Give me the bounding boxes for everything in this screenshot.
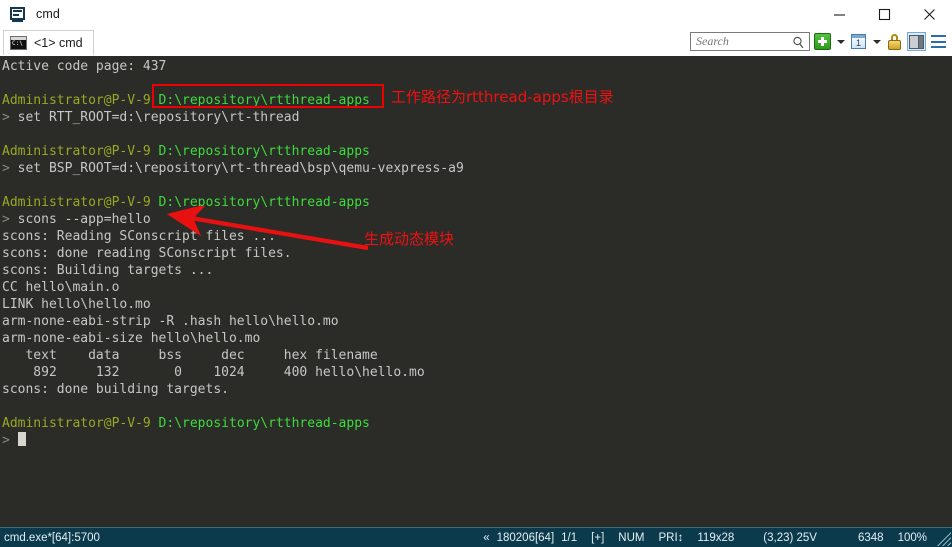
terminal-line: Active code page: 437	[2, 59, 167, 74]
prompt-path: D:\repository\rtthread-apps	[158, 144, 370, 159]
menu-button[interactable]	[929, 32, 948, 51]
terminal-line: scons: Reading SConscript files ...	[2, 229, 276, 244]
prompt-user: Administrator@P-V-9	[2, 195, 159, 210]
status-zoom: 100%	[897, 531, 927, 544]
status-memory: 6348	[857, 531, 884, 544]
window-selector-dropdown[interactable]	[871, 32, 882, 51]
window-selector-button[interactable]: 1	[849, 32, 868, 51]
terminal-line: > scons --app=hello	[2, 211, 952, 228]
status-process: cmd.exe*[64]:5700	[4, 531, 100, 544]
search-input[interactable]	[696, 34, 792, 49]
status-cursor-pos: (3,23) 25V	[763, 531, 817, 544]
terminal-line: scons: done building targets.	[2, 382, 229, 397]
plus-icon	[814, 33, 831, 50]
tab-cmd-1[interactable]: <1> cmd	[3, 30, 94, 55]
terminal-line: LINK hello\hello.mo	[2, 297, 151, 312]
terminal-line: 892 132 0 1024 400 hello\hello.mo	[2, 365, 425, 380]
status-size: 119x28	[697, 531, 735, 544]
new-tab-dropdown[interactable]	[835, 32, 846, 51]
status-right-group: « 180206[64] 1/1 [+] NUM PRI↕ 119x28 (3,…	[476, 532, 934, 544]
prompt-caret: >	[2, 212, 10, 227]
annotation-module-note: 生成动态模块	[364, 230, 455, 248]
maximize-button[interactable]	[862, 0, 907, 28]
tab-strip: <1> cmd 1	[0, 28, 952, 56]
annotation-path-note: 工作路径为rtthread-apps根目录	[391, 88, 614, 106]
status-session: 1/1	[561, 531, 578, 544]
prompt-path: D:\repository\rtthread-apps	[158, 416, 370, 431]
prompt-user: Administrator@P-V-9	[2, 93, 159, 108]
terminal-line: scons: done reading SConscript files.	[2, 246, 292, 261]
console-tab-icon	[10, 36, 27, 50]
terminal-line: CC hello\main.o	[2, 280, 120, 295]
status-flag: [+]	[591, 531, 605, 544]
terminal-line: Administrator@P-V-9 D:\repository\rtthre…	[2, 143, 952, 160]
close-button[interactable]	[907, 0, 952, 28]
terminal-line: arm-none-eabi-size hello\hello.mo	[2, 331, 261, 346]
terminal-line: text data bss dec hex filename	[2, 348, 378, 363]
console-window: cmd <1> cmd	[0, 0, 952, 547]
command-text: scons --app=hello	[9, 212, 151, 227]
minimize-button[interactable]	[817, 0, 862, 28]
prompt-user: Administrator@P-V-9	[2, 144, 159, 159]
split-pane-button[interactable]	[907, 32, 926, 51]
status-priority: PRI↕	[658, 531, 684, 544]
toolbar: 1	[690, 30, 948, 53]
prompt-user: Administrator@P-V-9	[2, 416, 159, 431]
terminal-line: scons: Building targets ...	[2, 263, 214, 278]
prompt-caret: >	[2, 433, 18, 448]
window-controls	[817, 0, 952, 28]
prompt-caret: >	[2, 110, 10, 125]
status-num-lock: NUM	[618, 531, 645, 544]
terminal-lines: Active code page: 437 Administrator@P-V-…	[2, 58, 952, 449]
window-number-label: 1	[855, 38, 861, 48]
terminal-line: > set RTT_ROOT=d:\repository\rt-thread	[2, 109, 952, 126]
terminal-line: arm-none-eabi-strip -R .hash hello\hello…	[2, 314, 339, 329]
window-title: cmd	[36, 7, 60, 21]
hamburger-menu-icon	[931, 35, 946, 48]
chevron-down-icon	[836, 39, 845, 44]
terminal-cursor	[17, 432, 26, 446]
title-bar: cmd	[0, 0, 952, 28]
lock-icon	[887, 33, 902, 50]
console-icon	[10, 6, 27, 23]
terminal-line: Administrator@P-V-9 D:\repository\rtthre…	[2, 415, 952, 432]
terminal-line: Administrator@P-V-9 D:\repository\rtthre…	[2, 194, 952, 211]
prompt-caret: >	[2, 161, 10, 176]
terminal-line: >	[2, 432, 952, 449]
command-text: set RTT_ROOT=d:\repository\rt-thread	[9, 110, 300, 125]
chevron-down-icon	[872, 39, 881, 44]
window-number-icon: 1	[851, 34, 866, 49]
new-tab-button[interactable]	[813, 32, 832, 51]
terminal-line: > set BSP_ROOT=d:\repository\rt-thread\b…	[2, 160, 952, 177]
terminal-output[interactable]: Active code page: 437 Administrator@P-V-…	[0, 56, 952, 527]
command-text: set BSP_ROOT=d:\repository\rt-thread\bsp…	[9, 161, 464, 176]
status-chevron: «	[483, 531, 490, 544]
resize-grip[interactable]	[936, 531, 951, 546]
status-build: 180206[64]	[496, 531, 555, 544]
tab-label: <1> cmd	[34, 36, 83, 50]
status-bar: cmd.exe*[64]:5700 « 180206[64] 1/1 [+] N…	[0, 527, 952, 547]
prompt-path: D:\repository\rtthread-apps	[158, 195, 370, 210]
search-box[interactable]	[690, 32, 810, 51]
split-pane-icon	[909, 34, 924, 49]
search-icon	[792, 36, 805, 54]
lock-button[interactable]	[885, 32, 904, 51]
prompt-path: D:\repository\rtthread-apps	[158, 93, 370, 108]
